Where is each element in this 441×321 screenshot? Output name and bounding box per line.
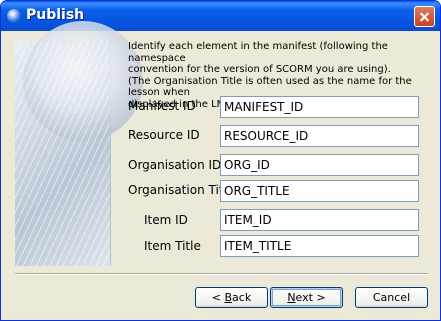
close-icon[interactable] — [414, 6, 435, 27]
instructions-line: convention for the version of SCORM you … — [128, 64, 391, 75]
next-button-mnemonic: N — [287, 291, 296, 304]
next-button-label: ext > — [295, 291, 326, 304]
manifest-id-label: Manifest ID — [128, 99, 196, 113]
item-title-label: Item Title — [144, 239, 201, 253]
organisation-title-label: Organisation Title — [128, 183, 235, 197]
back-button-prefix: < — [211, 291, 225, 304]
item-id-label: Item ID — [144, 213, 188, 227]
next-button[interactable]: Next > — [270, 287, 343, 308]
back-button-label: ack — [232, 291, 252, 304]
separator — [15, 273, 428, 275]
cancel-button[interactable]: Cancel — [355, 287, 428, 308]
organisation-title-field[interactable] — [220, 180, 419, 202]
side-banner-image — [15, 21, 143, 266]
organisation-id-field[interactable] — [220, 154, 419, 176]
item-id-field[interactable] — [220, 209, 419, 231]
organisation-id-label: Organisation ID — [128, 158, 222, 172]
manifest-id-field[interactable] — [220, 96, 419, 118]
back-button-mnemonic: B — [224, 291, 233, 304]
item-title-field[interactable] — [220, 235, 419, 257]
stripes-graphic — [15, 41, 110, 266]
back-button[interactable]: < Back — [195, 287, 268, 308]
publish-dialog: Publish Identify each element in the man… — [0, 0, 441, 321]
resource-id-field[interactable] — [220, 125, 419, 147]
resource-id-label: Resource ID — [128, 128, 200, 142]
globe-icon — [7, 9, 21, 23]
instructions-line: Identify each element in the manifest (f… — [128, 41, 388, 64]
